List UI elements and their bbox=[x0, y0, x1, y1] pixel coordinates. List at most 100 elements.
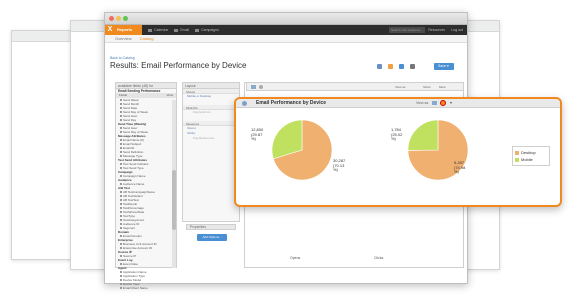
field-checkbox[interactable] bbox=[120, 279, 122, 282]
field-checkbox[interactable] bbox=[120, 119, 122, 122]
opens-desktop-label: 30,287 (70.13%) bbox=[333, 158, 346, 172]
clicks-axis-label: Clicks bbox=[374, 256, 384, 260]
field-checkbox[interactable] bbox=[120, 99, 122, 102]
download-icon[interactable] bbox=[388, 64, 393, 69]
legend-label: Desktop bbox=[521, 150, 536, 155]
nav-resources[interactable]: Resources bbox=[428, 28, 445, 32]
app-name-menu[interactable]: Reports bbox=[115, 25, 143, 35]
chart-title: Email Performance by Device bbox=[256, 100, 327, 106]
legend-item-mobile: Mobile bbox=[515, 156, 547, 163]
chart-view-icon[interactable] bbox=[432, 101, 437, 105]
save-button[interactable]: Save ▾ bbox=[434, 63, 454, 70]
refresh-icon[interactable] bbox=[259, 85, 263, 89]
field-checkbox[interactable] bbox=[120, 131, 122, 134]
pie-slice-mobile-clicks[interactable] bbox=[407, 119, 439, 151]
opens-mobile-label: 12,800 (29.87%) bbox=[251, 127, 264, 141]
col-header-view: View bbox=[166, 93, 173, 97]
field-checkbox[interactable] bbox=[120, 275, 122, 278]
field-checkbox[interactable] bbox=[120, 271, 122, 274]
chart-toolbar: View as Show More bbox=[246, 82, 464, 91]
field-checkbox[interactable] bbox=[120, 287, 122, 290]
legend-item-desktop: Desktop bbox=[515, 149, 547, 156]
email-icon bbox=[174, 28, 179, 32]
options-dropdown-icon[interactable]: ▾ bbox=[450, 100, 452, 105]
field-checkbox[interactable] bbox=[120, 115, 122, 118]
field-checkbox[interactable] bbox=[120, 143, 122, 146]
field-checkbox[interactable] bbox=[120, 127, 122, 130]
field-checkbox[interactable] bbox=[120, 167, 122, 170]
legend-swatch bbox=[515, 150, 519, 155]
field-checkbox[interactable] bbox=[120, 163, 122, 166]
legend-swatch bbox=[515, 157, 519, 162]
back-to-catalog-link[interactable]: Back to Catalog bbox=[110, 56, 135, 60]
clicks-desktop-label: 5,287 (74.98%) bbox=[454, 160, 466, 174]
close-window-icon[interactable] bbox=[109, 16, 114, 21]
field-checkbox[interactable] bbox=[120, 203, 122, 206]
view-as-label: View as bbox=[416, 101, 429, 105]
field-checkbox[interactable] bbox=[120, 147, 122, 150]
properties-header: Properties bbox=[186, 224, 236, 230]
nav-label: Campaigns bbox=[201, 28, 219, 32]
field-list-scroll-thumb[interactable] bbox=[172, 170, 176, 230]
field-checkbox[interactable] bbox=[120, 219, 122, 222]
field-checkbox[interactable] bbox=[120, 263, 122, 266]
field-checkbox[interactable] bbox=[120, 243, 122, 246]
more-button[interactable]: More bbox=[439, 85, 446, 89]
field-checkbox[interactable] bbox=[120, 107, 122, 110]
field-checkbox[interactable] bbox=[120, 235, 122, 238]
field-checkbox[interactable] bbox=[120, 195, 122, 198]
field-checkbox[interactable] bbox=[120, 207, 122, 210]
field-checkbox[interactable] bbox=[120, 139, 122, 142]
nav-label: Calendar bbox=[154, 28, 169, 32]
pie-chart-icon bbox=[242, 101, 247, 106]
search-input[interactable]: Search Your Audience bbox=[389, 27, 425, 33]
measures-drop-zone[interactable]: Drag Measure here bbox=[183, 136, 239, 141]
field-checkbox[interactable] bbox=[120, 247, 122, 250]
nav-campaigns[interactable]: Campaigns bbox=[195, 28, 219, 32]
field-list: Send Week Send Month Send Date Send Day of … bbox=[116, 98, 176, 290]
field-checkbox[interactable] bbox=[120, 103, 122, 106]
tab-overview[interactable]: Overview bbox=[111, 35, 136, 42]
field-item[interactable]: Email Client Name bbox=[116, 286, 176, 290]
chart-callout: Email Performance by Device View as ▾ De… bbox=[234, 97, 562, 207]
orange-x-logo[interactable]: X bbox=[105, 25, 115, 35]
share-icon[interactable] bbox=[410, 64, 415, 69]
field-checkbox[interactable] bbox=[120, 223, 122, 226]
show-button[interactable]: Show bbox=[423, 85, 431, 89]
campaigns-icon bbox=[195, 28, 200, 32]
field-checkbox[interactable] bbox=[120, 155, 122, 158]
field-checkbox[interactable] bbox=[120, 151, 122, 154]
field-checkbox[interactable] bbox=[120, 215, 122, 218]
field-checkbox[interactable] bbox=[120, 191, 122, 194]
minimize-window-icon[interactable] bbox=[116, 16, 121, 21]
maximize-window-icon[interactable] bbox=[123, 16, 128, 21]
nav-calendar[interactable]: Calendar bbox=[148, 28, 168, 32]
field-checkbox[interactable] bbox=[120, 199, 122, 202]
field-label: Email Client Name bbox=[123, 286, 148, 290]
field-checkbox[interactable] bbox=[120, 255, 122, 258]
field-checkbox[interactable] bbox=[120, 111, 122, 114]
nav-logout[interactable]: Log out bbox=[451, 28, 463, 32]
field-checkbox[interactable] bbox=[120, 183, 122, 186]
calendar-icon bbox=[148, 28, 153, 32]
field-checkbox[interactable] bbox=[120, 211, 122, 214]
sub-navigation: Overview Catalog bbox=[105, 35, 467, 43]
window-titlebar bbox=[105, 13, 467, 25]
clicks-mobile-label: 1,784 (25.02%) bbox=[391, 127, 403, 141]
page-title: Results: Email Performance by Device bbox=[110, 61, 247, 70]
field-panel: available fields (48) for Email Sending … bbox=[115, 82, 177, 290]
settings-icon[interactable] bbox=[399, 64, 404, 69]
filter-icon[interactable] bbox=[377, 64, 382, 69]
save-label: Save bbox=[438, 64, 446, 68]
top-navigation: X Reports Calendar Email Campaigns Searc… bbox=[105, 25, 467, 35]
tab-catalog[interactable]: Catalog bbox=[136, 35, 158, 42]
layout-panel: Layout Shows Mobile or Desktop Multi-Pie… bbox=[182, 82, 240, 222]
opens-axis-label: Opens bbox=[290, 256, 301, 260]
nav-email[interactable]: Email bbox=[174, 28, 189, 32]
field-checkbox[interactable] bbox=[120, 175, 122, 178]
chart-type-icon[interactable] bbox=[251, 85, 256, 89]
add-options-button[interactable]: Add Options... bbox=[197, 234, 227, 241]
field-checkbox[interactable] bbox=[120, 283, 122, 286]
field-checkbox[interactable] bbox=[120, 227, 122, 230]
pie-view-icon[interactable] bbox=[440, 100, 446, 106]
